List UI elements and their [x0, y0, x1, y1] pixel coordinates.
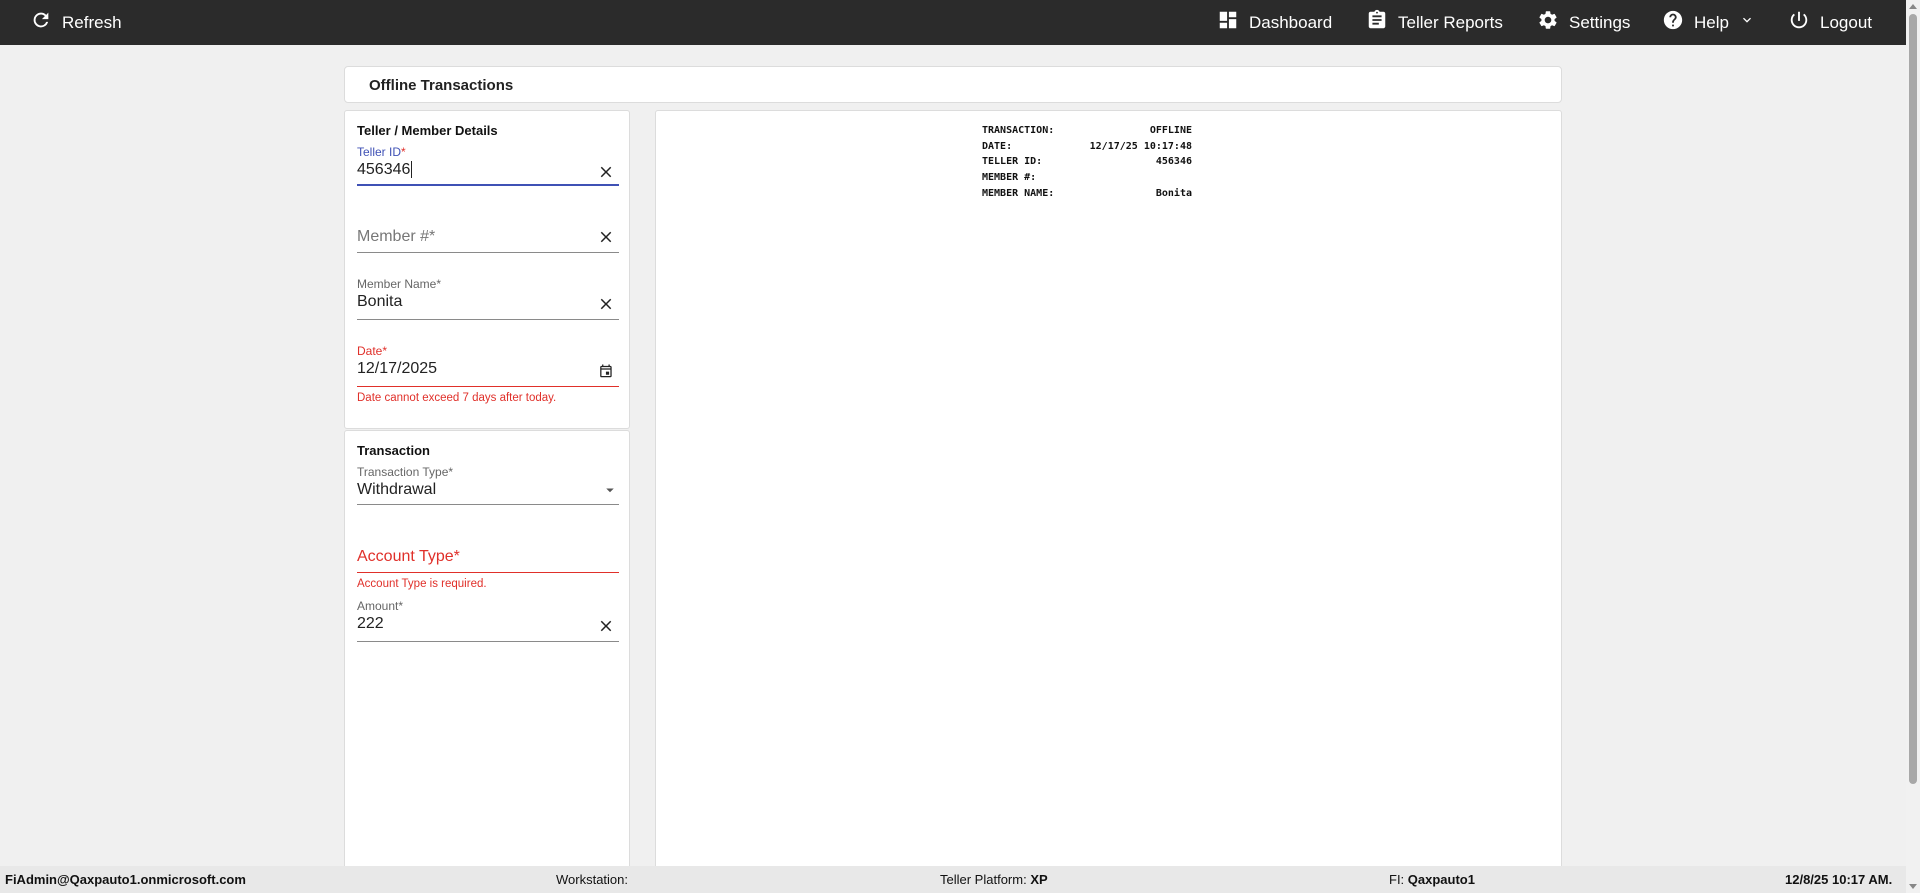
- transaction-type-select[interactable]: Transaction Type* Withdrawal: [357, 465, 619, 505]
- scroll-down-arrow[interactable]: [1909, 884, 1917, 889]
- clipboard-icon: [1366, 9, 1388, 36]
- account-type-input[interactable]: Account Type*: [357, 548, 460, 566]
- receipt-value: 456346: [1155, 156, 1192, 168]
- date-field[interactable]: Date* 12/17/2025 Date cannot exceed 7 da…: [357, 344, 619, 406]
- receipt-row: DATE: 12/17/25 10:17:48: [982, 141, 1192, 157]
- transaction-type-underline: [357, 504, 619, 505]
- receipt-row: TELLER ID: 456346: [982, 156, 1192, 172]
- gear-icon: [1537, 9, 1559, 36]
- close-icon: [600, 166, 612, 178]
- receipt-preview: TRANSACTION: OFFLINE DATE: 12/17/25 10:1…: [982, 125, 1192, 203]
- member-name-underline: [357, 319, 619, 320]
- transaction-section-title: Transaction: [357, 443, 430, 458]
- text-cursor: [411, 161, 413, 179]
- nav-dashboard-label: Dashboard: [1249, 12, 1333, 32]
- refresh-button[interactable]: Refresh: [30, 0, 122, 45]
- receipt-key: TELLER ID:: [982, 156, 1043, 168]
- calendar-icon: [600, 364, 612, 378]
- status-datetime: 12/8/25 10:17 AM.: [1785, 872, 1893, 887]
- amount-field[interactable]: Amount* 222: [357, 599, 619, 642]
- date-label: Date*: [357, 344, 388, 358]
- receipt-preview-panel: TRANSACTION: OFFLINE DATE: 12/17/25 10:1…: [655, 110, 1562, 870]
- transaction-panel: Transaction Transaction Type* Withdrawal…: [344, 430, 630, 870]
- receipt-value: 12/17/25 10:17:48: [1089, 140, 1192, 152]
- account-type-select[interactable]: Account Type* Account Type is required.: [357, 531, 619, 590]
- workstation-label: Workstation:: [556, 872, 629, 887]
- chevron-down-icon: [1739, 12, 1755, 33]
- member-name-label: Member Name*: [357, 277, 442, 291]
- receipt-row: MEMBER NAME: Bonita: [982, 188, 1192, 204]
- refresh-label: Refresh: [62, 12, 122, 32]
- account-type-underline: [357, 572, 619, 573]
- help-icon: [1662, 9, 1684, 36]
- details-section-title: Teller / Member Details: [357, 123, 498, 138]
- nav-help-label: Help: [1694, 12, 1729, 32]
- fi-status: FI: Qaxpauto1: [1389, 872, 1475, 887]
- teller-id-field[interactable]: Teller ID* 456346: [357, 145, 619, 186]
- nav-help[interactable]: Help: [1662, 0, 1755, 45]
- nav-settings-label: Settings: [1569, 12, 1631, 32]
- platform-label: Teller Platform:: [940, 872, 1027, 887]
- signed-in-user: FiAdmin@Qaxpauto1.onmicrosoft.com: [5, 872, 246, 887]
- teller-platform-status: Teller Platform: XP: [940, 872, 1048, 887]
- member-number-input[interactable]: Member #*: [357, 228, 435, 246]
- member-number-field[interactable]: Member #*: [357, 211, 619, 253]
- nav-teller-reports-label: Teller Reports: [1398, 12, 1503, 32]
- close-icon: [600, 298, 612, 310]
- close-icon: [600, 620, 612, 632]
- dropdown-arrow-icon[interactable]: [601, 481, 619, 499]
- date-underline: [357, 386, 619, 387]
- scroll-up-arrow[interactable]: [1909, 4, 1917, 9]
- fi-label: FI:: [1389, 872, 1405, 887]
- nav-settings[interactable]: Settings: [1537, 0, 1630, 45]
- receipt-key: TRANSACTION:: [982, 125, 1055, 136]
- fi-value: Qaxpauto1: [1407, 872, 1475, 887]
- nav-teller-reports[interactable]: Teller Reports: [1366, 0, 1503, 45]
- status-bar: FiAdmin@Qaxpauto1.onmicrosoft.com Workst…: [0, 866, 1908, 893]
- nav-dashboard[interactable]: Dashboard: [1217, 0, 1332, 45]
- platform-value: XP: [1030, 872, 1048, 887]
- receipt-row: TRANSACTION: OFFLINE: [982, 125, 1192, 141]
- page-title: Offline Transactions: [369, 77, 514, 94]
- top-navigation-bar: Refresh Dashboard Teller Reports Setting…: [0, 0, 1920, 45]
- calendar-button[interactable]: [597, 362, 615, 380]
- transaction-type-label: Transaction Type*: [357, 465, 454, 479]
- scrollbar-thumb[interactable]: [1909, 14, 1917, 784]
- amount-input[interactable]: 222: [357, 615, 384, 633]
- receipt-key: MEMBER #:: [982, 172, 1037, 184]
- close-icon: [600, 231, 612, 243]
- account-type-error-message: Account Type is required.: [357, 578, 487, 590]
- receipt-row: MEMBER #:: [982, 172, 1192, 188]
- transaction-type-value[interactable]: Withdrawal: [357, 481, 436, 499]
- date-input[interactable]: 12/17/2025: [357, 360, 437, 378]
- page-scrollbar[interactable]: [1906, 0, 1920, 893]
- clear-member-number-button[interactable]: [597, 228, 615, 246]
- dashboard-icon: [1217, 9, 1239, 36]
- workstation-status: Workstation:: [556, 872, 628, 887]
- receipt-key: DATE:: [982, 140, 1013, 152]
- receipt-key: MEMBER NAME:: [982, 187, 1055, 199]
- member-number-underline: [357, 252, 619, 253]
- member-name-input[interactable]: Bonita: [357, 293, 402, 311]
- nav-logout[interactable]: Logout: [1788, 0, 1872, 45]
- amount-underline: [357, 641, 619, 642]
- clear-amount-button[interactable]: [597, 617, 615, 635]
- teller-id-input[interactable]: 456346: [357, 161, 410, 178]
- refresh-icon: [30, 9, 52, 36]
- clear-teller-id-button[interactable]: [597, 163, 615, 181]
- member-name-field[interactable]: Member Name* Bonita: [357, 277, 619, 320]
- required-asterisk: *: [401, 145, 406, 159]
- receipt-value: Bonita: [1155, 187, 1192, 199]
- amount-label: Amount*: [357, 599, 404, 613]
- power-icon: [1788, 9, 1810, 36]
- teller-member-details-panel: Teller / Member Details Teller ID* 45634…: [344, 110, 630, 429]
- date-error-message: Date cannot exceed 7 days after today.: [357, 392, 557, 404]
- receipt-value: OFFLINE: [1149, 125, 1192, 136]
- teller-id-label: Teller ID: [357, 145, 402, 159]
- page-header: Offline Transactions: [344, 66, 1562, 103]
- clear-member-name-button[interactable]: [597, 295, 615, 313]
- teller-id-underline: [357, 184, 619, 186]
- nav-logout-label: Logout: [1820, 12, 1872, 32]
